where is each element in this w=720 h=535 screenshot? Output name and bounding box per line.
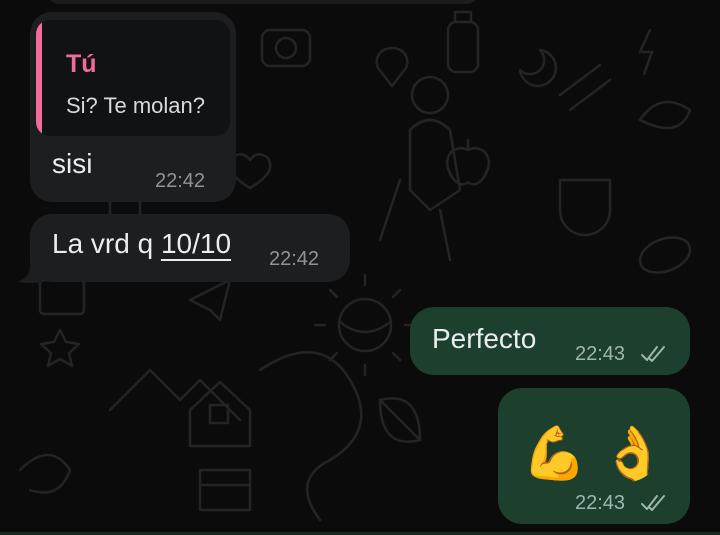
message-bubble-outgoing[interactable]: Perfecto 22:43 [410, 307, 690, 375]
shrimp-doodle-icon [18, 453, 72, 494]
message-text-prefix: La vrd q [52, 228, 161, 259]
bird-doodle-icon [638, 100, 692, 130]
person-doodle-icon [408, 118, 462, 212]
cake-doodle-icon [198, 468, 252, 512]
double-check-icon [641, 346, 665, 362]
previous-message-edge [48, 0, 478, 4]
cup-doodle-icon [558, 178, 612, 237]
quoted-message[interactable]: Tú Si? Te molan? [36, 20, 230, 136]
message-bubble-incoming-reply[interactable]: Tú Si? Te molan? sisi 22:42 [30, 12, 236, 202]
moon-doodle-icon [518, 48, 558, 88]
star-doodle-icon [39, 328, 81, 368]
message-emoji-text: 💪👌 [522, 425, 680, 483]
leaf-doodle-icon [378, 397, 422, 443]
message-bubble-outgoing-emoji[interactable]: 💪👌 22:43 [498, 388, 690, 524]
bottle-doodle-icon [446, 20, 480, 74]
message-time: 22:43 [575, 492, 626, 514]
quote-author: Tú [66, 50, 97, 78]
book-doodle-icon [38, 278, 86, 316]
football-doodle-icon [638, 236, 692, 274]
lightning-doodle-icon [638, 28, 654, 76]
plane-doodle-icon [188, 278, 232, 322]
arrows-doodle-icon [558, 63, 612, 112]
message-time: 22:42 [155, 170, 206, 192]
mountain-doodle-icon [108, 368, 242, 422]
road-doodle-icon [258, 350, 363, 522]
message-text: Perfecto [432, 323, 537, 354]
bubble-tail-incoming [18, 262, 42, 283]
camera-doodle-icon [260, 28, 312, 68]
message-time: 22:43 [575, 343, 626, 365]
sun-doodle-icon [337, 297, 393, 353]
pin-doodle-icon [375, 46, 409, 88]
message-time: 22:42 [269, 248, 320, 270]
double-check-icon [641, 495, 665, 511]
quote-text: Si? Te molan? [66, 93, 206, 118]
quote-accent-bar [36, 20, 42, 136]
message-text: sisi [52, 148, 93, 179]
message-bubble-incoming[interactable]: La vrd q 10/10 22:42 [30, 214, 350, 282]
message-text: La vrd q 10/10 [52, 228, 231, 260]
house-doodle-icon [188, 380, 252, 448]
message-link-text[interactable]: 10/10 [161, 228, 231, 259]
